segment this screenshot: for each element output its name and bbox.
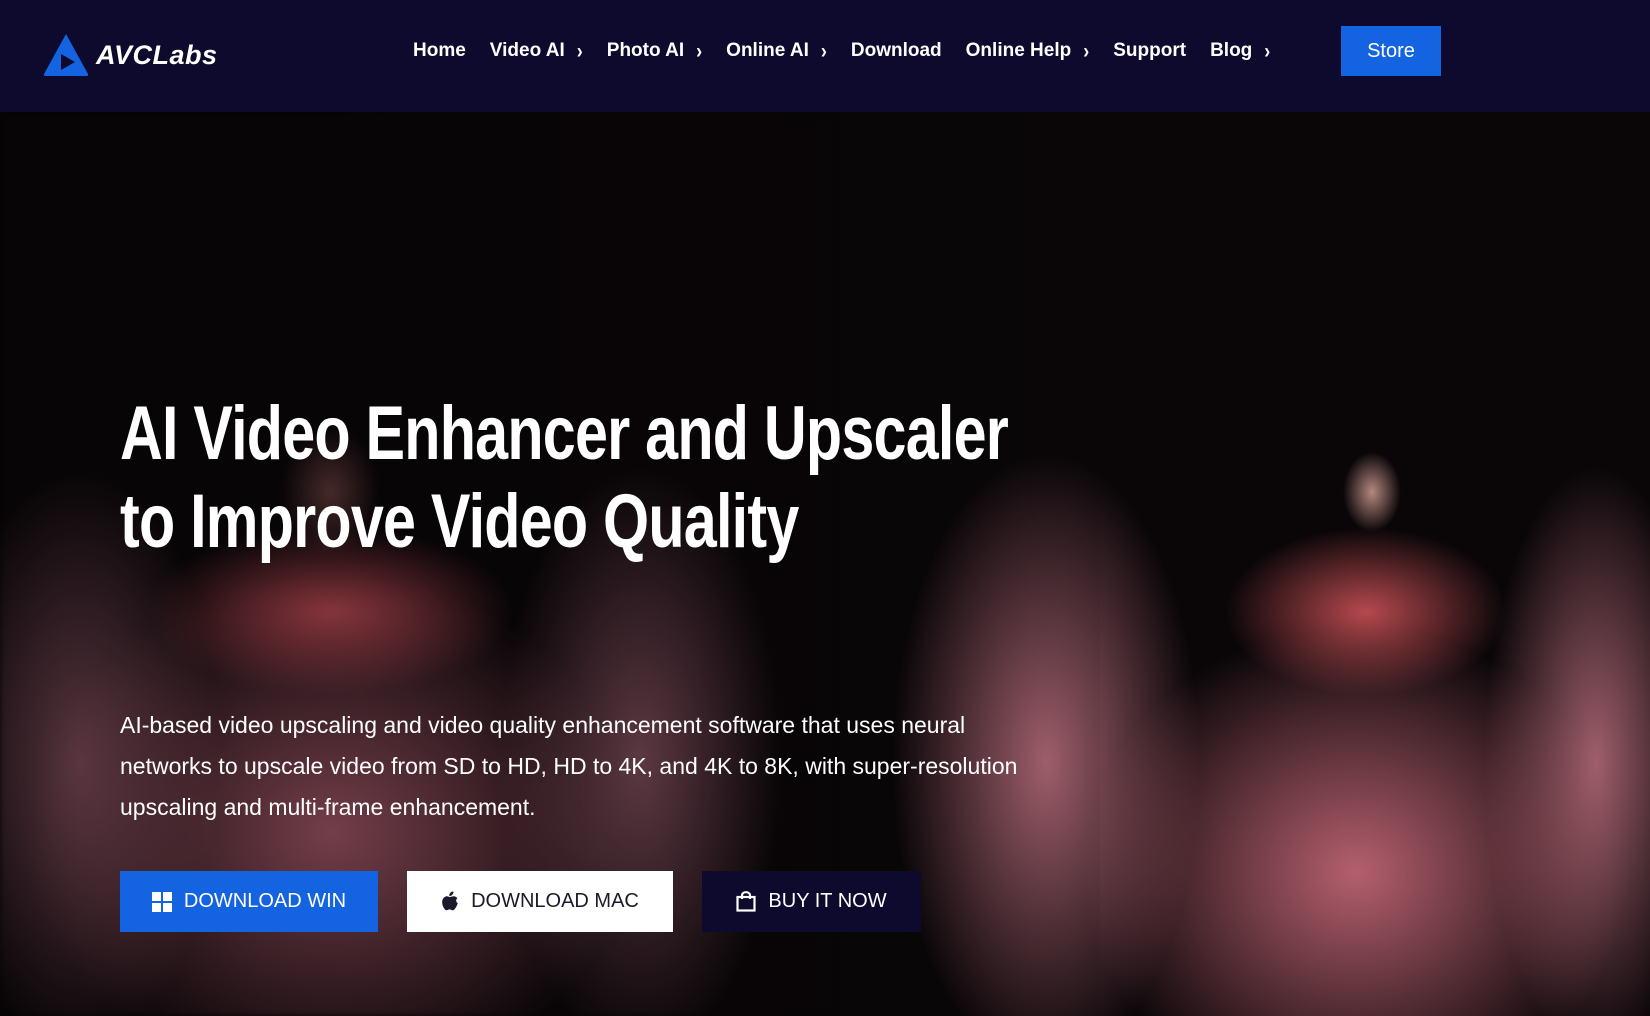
brand-name: AVCLabs bbox=[96, 39, 218, 70]
download-win-label: DOWNLOAD WIN bbox=[183, 890, 347, 912]
main-nav: Home Video AI › Photo AI › Online AI › D… bbox=[413, 26, 1294, 76]
buy-now-button[interactable]: BUY IT NOW bbox=[702, 871, 921, 932]
chevron-right-icon: › bbox=[1083, 38, 1090, 63]
nav-item-photo-ai[interactable]: Photo AI › bbox=[606, 38, 703, 63]
chevron-right-icon: › bbox=[576, 38, 583, 63]
chevron-right-icon: › bbox=[696, 38, 703, 63]
shopping-bag-icon bbox=[736, 891, 757, 912]
nav-item-support[interactable]: Support bbox=[1113, 40, 1186, 62]
buy-now-label: BUY IT NOW bbox=[768, 890, 887, 912]
apple-icon bbox=[442, 891, 458, 911]
nav-item-label: Online Help bbox=[965, 40, 1072, 61]
nav-item-label: Blog bbox=[1210, 40, 1253, 61]
nav-item-label: Photo AI bbox=[606, 40, 685, 61]
store-button[interactable]: Store bbox=[1341, 26, 1441, 76]
nav-item-online-help[interactable]: Online Help › bbox=[965, 38, 1090, 63]
nav-item-blog[interactable]: Blog › bbox=[1210, 38, 1271, 63]
nav-item-home[interactable]: Home bbox=[413, 40, 466, 62]
chevron-right-icon: › bbox=[820, 38, 827, 63]
download-win-button[interactable]: DOWNLOAD WIN bbox=[120, 871, 378, 932]
hero-title-line1: AI Video Enhancer and Upscaler bbox=[120, 391, 1009, 476]
nav-item-label: Home bbox=[413, 40, 466, 61]
nav-item-label: Online AI bbox=[726, 40, 809, 61]
brand-logo[interactable]: AVCLabs bbox=[42, 32, 218, 78]
windows-icon bbox=[151, 891, 172, 912]
hero-title: AI Video Enhancer and Upscaler to Improv… bbox=[120, 390, 1072, 566]
nav-item-label: Download bbox=[850, 40, 942, 61]
hero-description: AI-based video upscaling and video quali… bbox=[120, 712, 1018, 820]
chevron-right-icon: › bbox=[1264, 38, 1271, 63]
nav-item-video-ai[interactable]: Video AI › bbox=[489, 38, 583, 63]
nav-item-label: Video AI bbox=[489, 40, 565, 61]
nav-item-download[interactable]: Download bbox=[851, 40, 942, 62]
avclabs-logo-icon bbox=[43, 34, 89, 76]
nav-item-online-ai[interactable]: Online AI › bbox=[726, 38, 827, 63]
download-mac-label: DOWNLOAD MAC bbox=[471, 890, 639, 912]
top-navbar: AVCLabs Home Video AI › Photo AI › Onlin… bbox=[0, 0, 1650, 112]
hero-title-line2: to Improve Video Quality bbox=[120, 479, 799, 564]
nav-item-label: Support bbox=[1113, 40, 1187, 61]
download-mac-button[interactable]: DOWNLOAD MAC bbox=[407, 871, 673, 932]
